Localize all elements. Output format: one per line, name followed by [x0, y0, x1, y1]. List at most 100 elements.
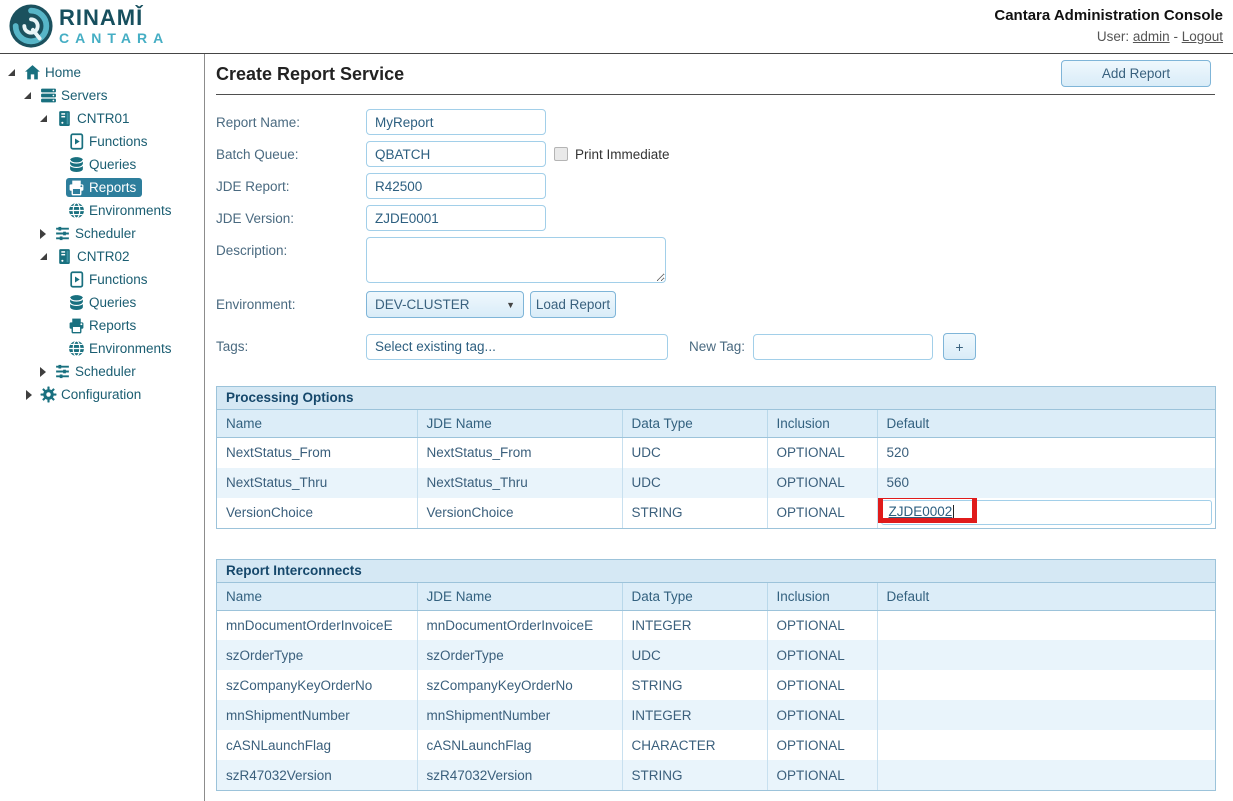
cell-jde-name: NextStatus_From: [417, 438, 622, 468]
table-row[interactable]: NextStatus_Thru NextStatus_Thru UDC OPTI…: [217, 468, 1215, 498]
arrow-spacer: [50, 182, 66, 194]
tree-item-label: Reports: [89, 180, 136, 195]
add-tag-button[interactable]: +: [943, 333, 976, 360]
arrow-spacer: [50, 320, 66, 332]
cell-default: 560: [877, 468, 1215, 498]
arrow-spacer: [50, 274, 66, 286]
database-icon: [68, 156, 85, 173]
tree-item-cntr02-environments[interactable]: Environments: [0, 337, 204, 360]
cell-jde-name: szOrderType: [417, 640, 622, 670]
app-title: Cantara Administration Console: [994, 7, 1223, 24]
tags-label: Tags:: [216, 339, 366, 354]
tree-item-cntr01-scheduler[interactable]: Scheduler: [0, 222, 204, 245]
tree-item-cntr02-reports[interactable]: Reports: [0, 314, 204, 337]
environment-select[interactable]: DEV-CLUSTER ▼: [366, 291, 524, 318]
tree-item-configuration[interactable]: Configuration: [0, 383, 204, 406]
cell-name: NextStatus_From: [217, 438, 417, 468]
expand-arrow-icon[interactable]: [38, 113, 54, 125]
table-row[interactable]: VersionChoice VersionChoice STRING OPTIO…: [217, 498, 1215, 528]
tree-item-cntr01-functions[interactable]: Functions: [0, 130, 204, 153]
tree-item-label: CNTR02: [77, 249, 130, 264]
collapse-arrow-icon[interactable]: [36, 228, 52, 240]
jde-report-input[interactable]: [366, 173, 546, 199]
processing-options-title: Processing Options: [217, 387, 1215, 410]
report-interconnects-panel: Report Interconnects Name JDE Name Data …: [216, 559, 1216, 792]
jde-version-input[interactable]: [366, 205, 546, 231]
tree-item-cntr01-reports-selected[interactable]: Reports: [0, 176, 204, 199]
expand-arrow-icon[interactable]: [38, 251, 54, 263]
navigation-tree: Home Servers CNTR01 Functions Queries Re…: [0, 54, 205, 801]
cell-jde-name: cASNLaunchFlag: [417, 730, 622, 760]
cell-default: 520: [877, 438, 1215, 468]
table-row[interactable]: mnDocumentOrderInvoiceE mnDocumentOrderI…: [217, 610, 1215, 640]
cell-inclusion: OPTIONAL: [767, 700, 877, 730]
version-choice-default-input[interactable]: ZJDE0002: [881, 500, 1213, 525]
tree-item-cntr02-functions[interactable]: Functions: [0, 268, 204, 291]
print-immediate-checkbox[interactable]: [554, 147, 568, 161]
cell-default: [877, 760, 1215, 790]
tree-item-cntr01-queries[interactable]: Queries: [0, 153, 204, 176]
tree-item-servers[interactable]: Servers: [0, 84, 204, 107]
tags-input[interactable]: [366, 334, 668, 360]
cell-inclusion: OPTIONAL: [767, 438, 877, 468]
brand-logo: RINAMǏ CANTARA: [8, 3, 169, 49]
user-label: User:: [1097, 29, 1129, 44]
tree-item-label: Functions: [89, 272, 148, 287]
environment-row: Environment: DEV-CLUSTER ▼ Load Report: [216, 291, 1215, 318]
print-immediate-label: Print Immediate: [575, 147, 670, 162]
description-label: Description:: [216, 237, 366, 258]
cell-name: VersionChoice: [217, 498, 417, 528]
cell-default-editing: ZJDE0002: [877, 498, 1215, 528]
report-name-input[interactable]: [366, 109, 546, 135]
scheduler-icon: [54, 363, 71, 380]
collapse-arrow-icon[interactable]: [22, 389, 38, 401]
tree-item-label: Configuration: [61, 387, 141, 402]
tree-item-home[interactable]: Home: [0, 61, 204, 84]
tree-item-cntr02[interactable]: CNTR02: [0, 245, 204, 268]
column-header: Default: [877, 410, 1215, 438]
column-header: Inclusion: [767, 410, 877, 438]
logout-link[interactable]: Logout: [1182, 29, 1223, 44]
table-row[interactable]: NextStatus_From NextStatus_From UDC OPTI…: [217, 438, 1215, 468]
function-file-icon: [68, 133, 85, 150]
tree-item-label: Scheduler: [75, 226, 136, 241]
column-header: Name: [217, 583, 417, 611]
tree-item-cntr01[interactable]: CNTR01: [0, 107, 204, 130]
description-textarea[interactable]: [366, 237, 666, 283]
cell-default: [877, 640, 1215, 670]
table-row[interactable]: cASNLaunchFlag cASNLaunchFlag CHARACTER …: [217, 730, 1215, 760]
tree-item-cntr02-queries[interactable]: Queries: [0, 291, 204, 314]
cell-data-type: CHARACTER: [622, 730, 767, 760]
user-name-link[interactable]: admin: [1133, 29, 1170, 44]
servers-icon: [40, 87, 57, 104]
cell-default: [877, 610, 1215, 640]
tags-row: Tags: New Tag: +: [216, 333, 1215, 360]
expand-arrow-icon[interactable]: [22, 90, 38, 102]
add-report-button[interactable]: Add Report: [1061, 60, 1211, 87]
description-row: Description:: [216, 237, 1215, 283]
cell-data-type: UDC: [622, 640, 767, 670]
table-row[interactable]: szCompanyKeyOrderNo szCompanyKeyOrderNo …: [217, 670, 1215, 700]
server-icon: [56, 110, 73, 127]
cell-inclusion: OPTIONAL: [767, 498, 877, 528]
cell-data-type: INTEGER: [622, 610, 767, 640]
rinami-logo-icon: [8, 3, 54, 49]
new-tag-label: New Tag:: [689, 339, 753, 354]
tree-item-label: Queries: [89, 295, 136, 310]
table-row[interactable]: szOrderType szOrderType UDC OPTIONAL: [217, 640, 1215, 670]
tree-item-cntr01-environments[interactable]: Environments: [0, 199, 204, 222]
table-row[interactable]: szR47032Version szR47032Version STRING O…: [217, 760, 1215, 790]
cell-data-type: INTEGER: [622, 700, 767, 730]
tree-item-cntr02-scheduler[interactable]: Scheduler: [0, 360, 204, 383]
expand-arrow-icon[interactable]: [6, 67, 22, 79]
load-report-button[interactable]: Load Report: [530, 291, 616, 318]
batch-queue-row: Batch Queue: Print Immediate: [216, 141, 1215, 167]
new-tag-input[interactable]: [753, 334, 933, 360]
column-header: Default: [877, 583, 1215, 611]
chevron-down-icon: ▼: [506, 300, 515, 310]
tree-item-label: Home: [45, 65, 81, 80]
batch-queue-input[interactable]: [366, 141, 546, 167]
tree-item-label: Environments: [89, 341, 172, 356]
table-row[interactable]: mnShipmentNumber mnShipmentNumber INTEGE…: [217, 700, 1215, 730]
collapse-arrow-icon[interactable]: [36, 366, 52, 378]
